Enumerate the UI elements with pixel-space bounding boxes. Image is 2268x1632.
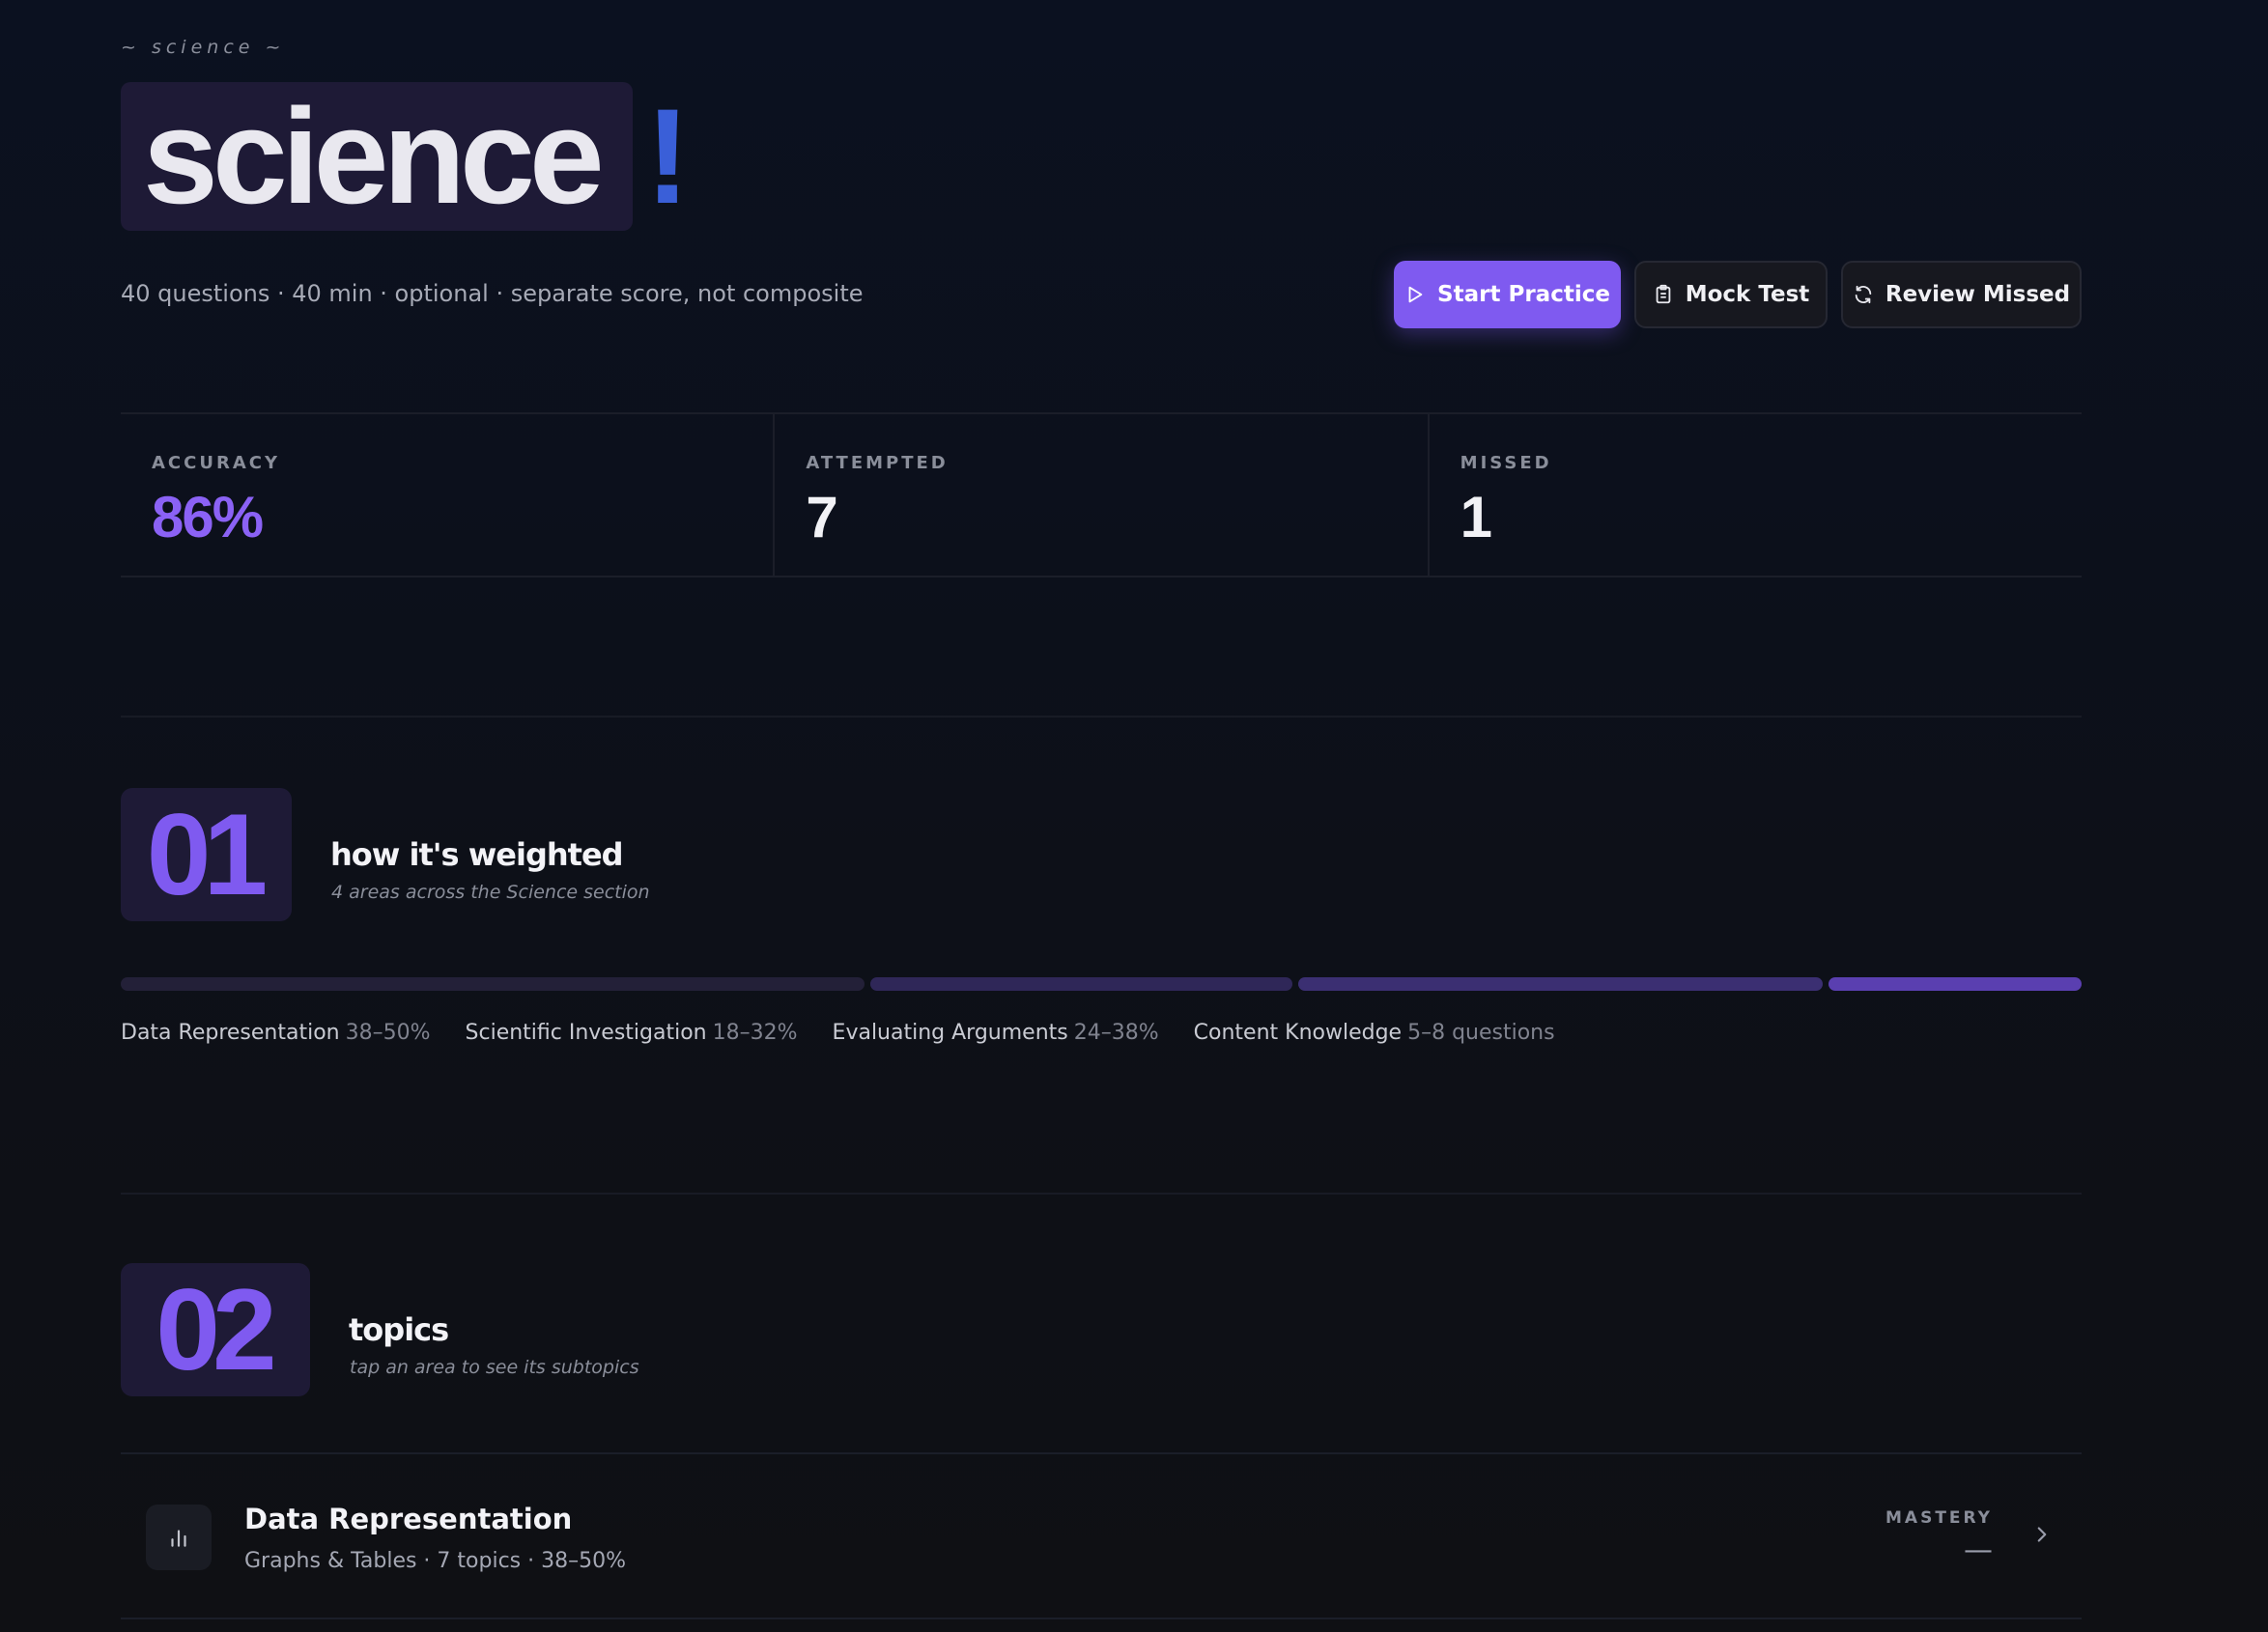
section-number-02: 02	[121, 1263, 310, 1396]
legend-range: 18–32%	[712, 1021, 798, 1045]
mock-test-button[interactable]: Mock Test	[1634, 261, 1828, 328]
legend-name: Scientific Investigation	[465, 1021, 707, 1045]
topic-meta: Graphs & Tables · 7 topics · 38–50%	[244, 1549, 627, 1573]
legend-range: 24–38%	[1073, 1021, 1159, 1045]
legend-item: Scientific Investigation 18–32%	[466, 1021, 798, 1045]
clipboard-icon	[1656, 284, 1671, 304]
stats-panel: ACCURACY 86% ATTEMPTED 7 MISSED 1	[121, 412, 2082, 577]
weight-segment-scientific-investigation	[870, 977, 1292, 991]
bar-chart-icon	[146, 1505, 212, 1570]
stat-label: MISSED	[1460, 453, 1552, 473]
weight-segment-evaluating-arguments	[1298, 977, 1823, 991]
weight-segment-data-representation	[121, 977, 865, 991]
section-number-01: 01	[121, 788, 292, 921]
legend-name: Data Representation	[121, 1021, 340, 1045]
legend-name: Content Knowledge	[1193, 1021, 1403, 1045]
legend-item: Data Representation 38–50%	[121, 1021, 431, 1045]
legend-item: Evaluating Arguments 24–38%	[833, 1021, 1159, 1045]
legend-range: 5–8 questions	[1407, 1021, 1555, 1045]
review-missed-button[interactable]: Review Missed	[1841, 261, 2082, 328]
page-title-exclamation: !	[645, 80, 691, 232]
section-divider	[121, 1193, 2082, 1195]
review-missed-label: Review Missed	[1885, 282, 2071, 307]
section-subtitle-weighting: 4 areas across the Science section	[331, 882, 650, 903]
section-title-weighting: how it's weighted	[330, 836, 624, 873]
stat-accuracy: ACCURACY 86%	[121, 414, 773, 576]
weighting-legend: Data Representation 38–50% Scientific Inv…	[121, 1021, 1555, 1045]
legend-range: 38–50%	[345, 1021, 431, 1045]
weighting-bar	[121, 977, 2082, 991]
stat-label: ACCURACY	[152, 453, 281, 473]
section-title-topics: topics	[349, 1311, 449, 1348]
page-eyebrow: ~ science ~	[121, 37, 286, 58]
section-divider	[121, 716, 2082, 718]
stat-missed: MISSED 1	[1427, 414, 2082, 576]
mastery-value: —	[1964, 1534, 1993, 1567]
topic-title: Data Representation	[244, 1503, 573, 1535]
play-icon	[1408, 286, 1423, 303]
stat-value: 86%	[152, 485, 264, 549]
legend-name: Evaluating Arguments	[832, 1021, 1068, 1045]
stat-value: 7	[806, 485, 837, 549]
mock-test-label: Mock Test	[1685, 282, 1810, 307]
page-subtitle: 40 questions · 40 min · optional · separ…	[121, 280, 864, 307]
refresh-icon	[1855, 285, 1872, 304]
stat-value: 1	[1460, 485, 1492, 549]
start-practice-button[interactable]: Start Practice	[1394, 261, 1621, 328]
chevron-right-icon	[2037, 1527, 2047, 1542]
stat-label: ATTEMPTED	[806, 453, 949, 473]
mastery-label: MASTERY	[1885, 1508, 1993, 1528]
start-practice-label: Start Practice	[1437, 282, 1610, 307]
legend-item: Content Knowledge 5–8 questions	[1194, 1021, 1555, 1045]
section-subtitle-topics: tap an area to see its subtopics	[350, 1357, 639, 1378]
page-title: science	[143, 80, 605, 232]
topic-row-data-representation[interactable]: Data Representation Graphs & Tables · 7 …	[121, 1452, 2082, 1619]
weight-segment-content-knowledge	[1829, 977, 2082, 991]
stat-attempted: ATTEMPTED 7	[773, 414, 1427, 576]
